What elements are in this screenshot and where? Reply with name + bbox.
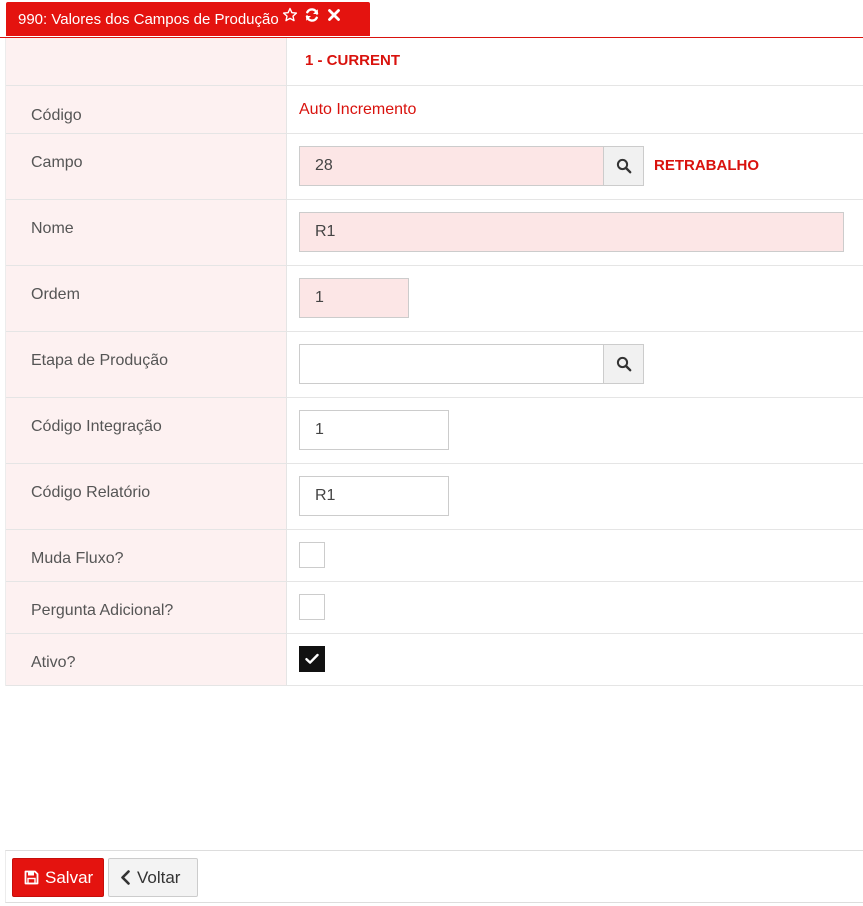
row-ativo: Ativo? [6, 634, 863, 686]
value-cell: 28 RETRABALHO [287, 134, 863, 199]
value-cell: Auto Incremento [287, 86, 863, 133]
close-icon[interactable] [326, 7, 342, 23]
campo-search-button[interactable] [603, 146, 644, 186]
label-cell: Nome [6, 200, 287, 265]
back-button-label: Voltar [137, 867, 181, 887]
label-cell: Etapa de Produção [6, 332, 287, 397]
label-cell: Pergunta Adicional? [6, 582, 287, 633]
etapa-label: Etapa de Produção [31, 352, 168, 369]
codigo-integracao-label: Código Integração [31, 418, 162, 435]
codigo-relatorio-value: R1 [315, 487, 336, 504]
row-campo: Campo 28 RETRABALHO [6, 134, 863, 200]
pergunta-adicional-checkbox[interactable] [299, 594, 325, 620]
codigo-relatorio-input[interactable]: R1 [299, 476, 449, 516]
value-cell: R1 [287, 200, 863, 265]
value-cell [287, 530, 863, 581]
form-header-row: 1 - CURRENT [6, 38, 863, 86]
back-button[interactable]: Voltar [108, 858, 198, 897]
value-cell: 1 [287, 398, 863, 463]
label-cell: Código Relatório [6, 464, 287, 529]
row-ordem: Ordem 1 [6, 266, 863, 332]
label-cell: Ativo? [6, 634, 287, 685]
codigo-relatorio-label: Código Relatório [31, 484, 151, 501]
row-pergunta-adicional: Pergunta Adicional? [6, 582, 863, 634]
codigo-integracao-value: 1 [315, 421, 324, 438]
pergunta-adicional-label: Pergunta Adicional? [31, 602, 174, 619]
codigo-label: Código [31, 107, 82, 124]
value-cell [287, 582, 863, 633]
label-cell: Campo [6, 134, 287, 199]
ativo-checkbox[interactable] [299, 646, 325, 672]
etapa-input[interactable] [299, 344, 604, 384]
campo-input[interactable]: 28 [299, 146, 604, 186]
codigo-integracao-input[interactable]: 1 [299, 410, 449, 450]
label-cell: Código Integração [6, 398, 287, 463]
save-button-label: Salvar [45, 867, 94, 887]
tab-title: 990: Valores dos Campos de Produção [18, 10, 279, 28]
search-icon [616, 356, 631, 372]
ordem-label: Ordem [31, 286, 80, 303]
ordem-input-value: 1 [315, 289, 324, 306]
tab-valores-campos-producao[interactable]: 990: Valores dos Campos de Produção [6, 2, 370, 36]
campo-input-value: 28 [315, 157, 333, 174]
form-footer: Salvar Voltar [5, 850, 863, 903]
check-icon [305, 653, 319, 664]
row-codigo: Código Auto Incremento [6, 86, 863, 134]
nome-input-value: R1 [315, 223, 336, 240]
row-codigo-integracao: Código Integração 1 [6, 398, 863, 464]
value-cell: R1 [287, 464, 863, 529]
star-icon[interactable] [282, 7, 298, 23]
search-icon [616, 158, 631, 174]
nome-label: Nome [31, 220, 74, 237]
muda-fluxo-label: Muda Fluxo? [31, 550, 124, 567]
muda-fluxo-checkbox[interactable] [299, 542, 325, 568]
label-cell [6, 38, 287, 85]
campo-label: Campo [31, 154, 83, 171]
row-muda-fluxo: Muda Fluxo? [6, 530, 863, 582]
floppy-disk-icon [24, 870, 39, 885]
label-cell: Muda Fluxo? [6, 530, 287, 581]
value-cell [287, 634, 863, 685]
tab-bar: 990: Valores dos Campos de Produção [0, 0, 863, 38]
ativo-label: Ativo? [31, 654, 76, 671]
row-nome: Nome R1 [6, 200, 863, 266]
form: 1 - CURRENT Código Auto Incremento Campo… [5, 38, 863, 686]
label-cell: Ordem [6, 266, 287, 331]
save-button[interactable]: Salvar [12, 858, 104, 897]
record-status-label: 1 - CURRENT [305, 52, 401, 69]
label-cell: Código [6, 86, 287, 133]
value-cell: 1 - CURRENT [287, 38, 863, 85]
campo-lookup-text: RETRABALHO [654, 157, 759, 174]
tab-actions [282, 7, 342, 31]
chevron-left-icon [120, 870, 131, 885]
row-codigo-relatorio: Código Relatório R1 [6, 464, 863, 530]
value-cell: 1 [287, 266, 863, 331]
ordem-input[interactable]: 1 [299, 278, 409, 318]
nome-input[interactable]: R1 [299, 212, 844, 252]
value-cell [287, 332, 863, 397]
etapa-search-button[interactable] [603, 344, 644, 384]
row-etapa-producao: Etapa de Produção [6, 332, 863, 398]
refresh-icon[interactable] [304, 7, 320, 23]
codigo-value: Auto Incremento [299, 101, 417, 118]
